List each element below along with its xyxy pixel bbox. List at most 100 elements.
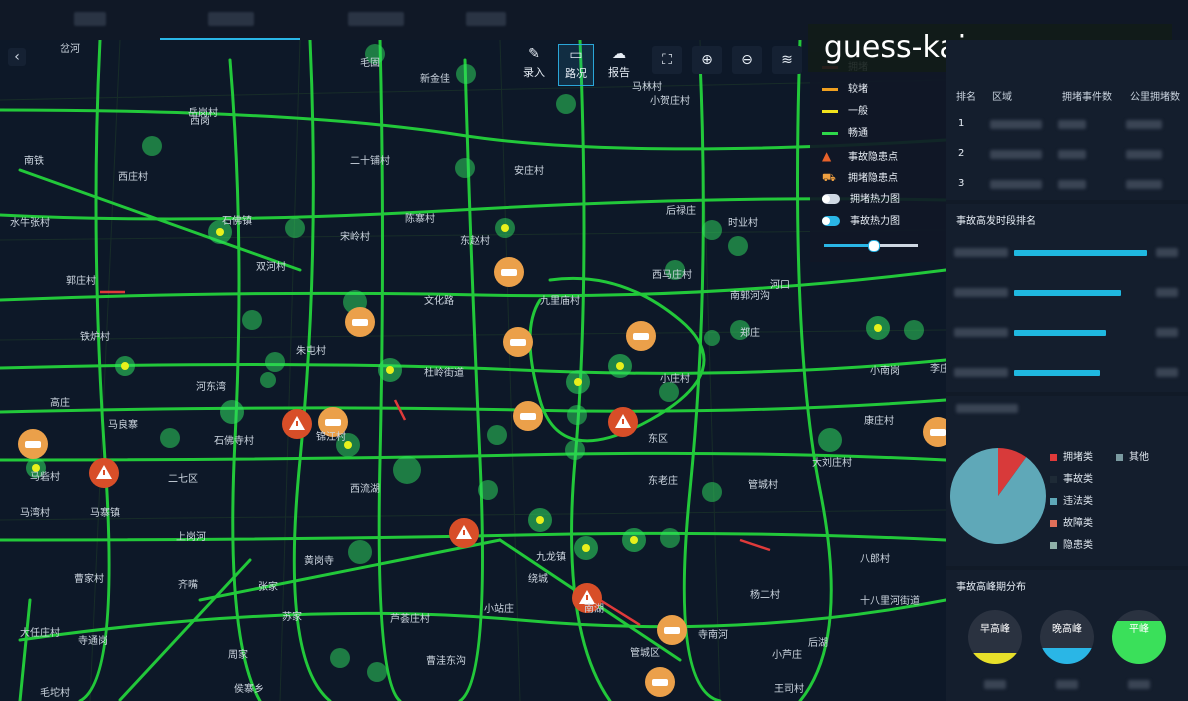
- map-label: 周家: [228, 650, 248, 661]
- legend-item: 较堵: [822, 82, 868, 98]
- map-label: 张家: [258, 582, 278, 593]
- map-label: 西流湖: [350, 484, 380, 495]
- legend-dot: [1050, 541, 1057, 549]
- back-button[interactable]: ‹: [8, 48, 26, 66]
- legend-label: 拥堵类: [1063, 452, 1093, 463]
- legend-label: 违法类: [1063, 496, 1093, 507]
- section-title: 事故高峰期分布: [956, 582, 1026, 593]
- zoom-out-button[interactable]: ⊖: [732, 46, 762, 74]
- map-label: 文化路: [424, 296, 454, 307]
- slider-knob[interactable]: [867, 240, 880, 252]
- map-label: 马良寨: [108, 420, 138, 431]
- entry-button[interactable]: ✎ 录入: [518, 44, 550, 84]
- map-label: 南湖: [584, 604, 604, 615]
- congestion-heatmap-toggle[interactable]: 拥堵热力图: [822, 192, 900, 208]
- layers-button[interactable]: ≋: [772, 46, 802, 74]
- map-label: 小贺庄村: [650, 96, 690, 107]
- legend-label: 隐患类: [1063, 540, 1093, 551]
- category-pie-chart: [950, 448, 1046, 544]
- gauge-label: 早高峰: [980, 624, 1010, 635]
- blurred-tab[interactable]: [74, 12, 106, 26]
- peak-gauge[interactable]: 早高峰: [968, 610, 1022, 664]
- heatmap-opacity-slider[interactable]: [824, 240, 918, 252]
- map-label: 大刘庄村: [812, 458, 852, 469]
- slider-fill: [824, 244, 873, 247]
- blurred-value: [1126, 120, 1162, 129]
- toggle-switch-off[interactable]: [822, 194, 840, 204]
- legend-item: 畅通: [822, 126, 868, 142]
- pie-slice[interactable]: [950, 448, 1046, 544]
- map-label: 朱屯村: [296, 346, 326, 357]
- map-label: 杨二村: [750, 590, 780, 601]
- category-legend-item[interactable]: 事故类: [1050, 470, 1093, 485]
- map-label: 马寨镇: [90, 508, 120, 519]
- category-legend-item[interactable]: 隐患类: [1050, 536, 1093, 551]
- peak-gauge[interactable]: 晚高峰: [1040, 610, 1094, 664]
- map-label: 杜岭街道: [424, 368, 464, 379]
- road-condition-button[interactable]: ▭ 路况: [558, 44, 594, 86]
- blurred-tab[interactable]: [466, 12, 506, 26]
- hour-bar: [1014, 250, 1148, 256]
- road-icon: ▭: [569, 47, 583, 63]
- accident-heatmap-toggle[interactable]: 事故热力图: [822, 214, 900, 230]
- map-label: 铁炉村: [80, 332, 110, 343]
- map-label: 后湖: [808, 638, 828, 649]
- legend-dot: [1116, 453, 1123, 461]
- blurred-hour-value: [1156, 248, 1178, 257]
- blurred-time-label: [954, 328, 1008, 337]
- warning-marker: [449, 518, 479, 548]
- map-label: 二十铺村: [350, 156, 390, 167]
- blurred-peak-value: [984, 680, 1006, 689]
- cars-marker: [503, 327, 533, 357]
- header-km: 公里拥堵数: [1130, 92, 1180, 103]
- road-network: [0, 40, 946, 701]
- category-legend-item[interactable]: 违法类: [1050, 492, 1093, 507]
- map-label: 郭庄村: [66, 276, 96, 287]
- peak-gauge[interactable]: 平峰: [1112, 610, 1166, 664]
- map-label: 岔河: [60, 44, 80, 55]
- statistics-panel: 排名 区域 拥堵事件数 公里拥堵数 1 2 3 事故高发时段排名 拥堵类 其他 事故…: [946, 40, 1188, 701]
- blurred-area: [990, 120, 1042, 129]
- toggle-switch-on[interactable]: [822, 216, 840, 226]
- cars-icon: ⛟: [822, 171, 836, 184]
- legend-label: 拥堵热力图: [850, 194, 900, 205]
- zoom-in-button[interactable]: ⊕: [692, 46, 722, 74]
- map-label: 河口: [770, 280, 790, 291]
- map-label: 石佛寺村: [214, 436, 254, 447]
- blurred-time-label: [954, 288, 1008, 297]
- category-legend-item[interactable]: 拥堵类: [1050, 448, 1093, 463]
- fullscreen-button[interactable]: ⛶: [652, 46, 682, 74]
- map-label: 马林村: [632, 82, 662, 93]
- legend-dot: [1050, 497, 1057, 505]
- blurred-tab[interactable]: [208, 12, 254, 26]
- blurred-tab[interactable]: [348, 12, 404, 26]
- category-section: 拥堵类 其他事故类违法类故障类隐患类: [946, 396, 1188, 566]
- blurred-time-label: [954, 368, 1008, 377]
- map-label: 双河村: [256, 262, 286, 273]
- legend-label: 事故隐患点: [848, 152, 898, 163]
- hour-bar: [1014, 290, 1121, 296]
- map-legend: 拥堵 较堵 一般 畅通 ▲事故隐患点 ⛟拥堵隐患点 拥堵热力图 事故热力图: [810, 52, 946, 262]
- rank-number: 3: [958, 178, 965, 189]
- map-label: 小庄村: [660, 374, 690, 385]
- city-map[interactable]: 岔河 西岗 毛固 新金佳 小贺庄村 岳岗村 二十铺村 马林村 南铁 西庄村 安庄村 后禄庄 石佛镇 时业村…: [0, 40, 946, 701]
- warning-marker: [89, 458, 119, 488]
- cars-marker: [494, 257, 524, 287]
- peak-section: 事故高峰期分布 早高峰 晚高峰 平峰: [946, 570, 1188, 701]
- map-label: 高庄: [50, 398, 70, 409]
- legend-label: 故障类: [1063, 518, 1093, 529]
- map-label: 毛坨村: [40, 688, 70, 699]
- map-label: 大任庄村: [20, 628, 60, 639]
- map-label: 李庄: [930, 364, 946, 375]
- blurred-value: [1058, 150, 1086, 159]
- category-legend-item[interactable]: 故障类: [1050, 514, 1093, 529]
- chevron-left-icon: ‹: [14, 49, 20, 65]
- legend-dot: [1050, 453, 1057, 461]
- header-events: 拥堵事件数: [1062, 92, 1112, 103]
- map-label: 侯寨乡: [234, 684, 264, 695]
- map-label: 西马庄村: [652, 270, 692, 281]
- category-legend-item[interactable]: 其他: [1116, 448, 1149, 463]
- header-rank: 排名: [956, 92, 976, 103]
- legend-item: ▲ 事故隐患点: [822, 148, 898, 164]
- report-button[interactable]: ☁ 报告: [602, 44, 636, 84]
